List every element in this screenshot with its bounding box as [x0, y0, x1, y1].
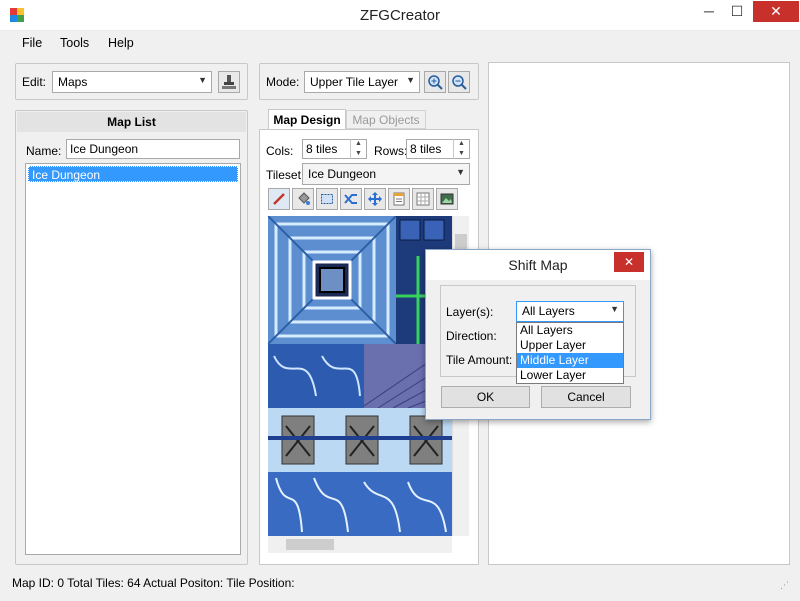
map-list-box[interactable]: Ice Dungeon [25, 163, 241, 555]
name-label: Name: [26, 144, 62, 158]
shuffle-button[interactable] [340, 188, 362, 210]
rows-value: 8 tiles [410, 142, 442, 156]
tab-map-objects[interactable]: Map Objects [346, 110, 426, 129]
layers-dropdown-list[interactable]: All Layers Upper Layer Middle Layer Lowe… [516, 322, 624, 384]
image-icon [440, 193, 454, 205]
dropdown-option[interactable]: All Layers [517, 323, 623, 338]
shift-map-dialog: Shift Map ✕ Layer(s): Direction: Tile Am… [425, 249, 651, 420]
fill-bucket-icon [298, 192, 310, 205]
fill-button[interactable] [292, 188, 314, 210]
move-button[interactable] [364, 188, 386, 210]
dropdown-option[interactable]: Lower Layer [517, 368, 623, 383]
tileset-select[interactable]: Ice Dungeon ▼ [302, 163, 470, 185]
document-icon [393, 192, 405, 206]
mode-select-value: Upper Tile Layer [310, 75, 399, 89]
dialog-title-bar: Shift Map ✕ [426, 250, 650, 280]
rows-label: Rows: [374, 144, 408, 158]
layers-select-value: All Layers [522, 304, 575, 318]
status-text: Map ID: 0 Total Tiles: 64 Actual Positon… [12, 576, 295, 590]
scroll-thumb[interactable] [286, 539, 334, 550]
rows-stepper[interactable]: ▲ ▼ [453, 139, 469, 159]
menu-tools[interactable]: Tools [60, 36, 89, 50]
chevron-down-icon: ▼ [456, 167, 465, 177]
window-title: ZFGCreator [359, 7, 440, 24]
shuffle-icon [344, 194, 357, 204]
mode-select[interactable]: Upper Tile Layer ▼ [304, 71, 420, 93]
tile-amount-label: Tile Amount: [446, 353, 513, 367]
select-rect-icon [321, 194, 333, 204]
pencil-icon [273, 193, 285, 205]
grid-button[interactable] [412, 188, 434, 210]
zoom-in-button[interactable] [424, 71, 446, 93]
zoom-out-button[interactable] [448, 71, 470, 93]
edit-select-value: Maps [58, 75, 88, 89]
layers-label: Layer(s): [446, 305, 494, 319]
tileset-select-value: Ice Dungeon [308, 167, 377, 181]
dropdown-option[interactable]: Upper Layer [517, 338, 623, 353]
dialog-close-button[interactable]: ✕ [614, 252, 644, 272]
resize-grip-icon[interactable]: ⋰ [780, 580, 789, 591]
tab-map-design[interactable]: Map Design [268, 109, 346, 130]
zoom-out-icon [452, 75, 467, 90]
zoom-in-icon [428, 75, 443, 90]
stamp-icon [222, 75, 236, 89]
stamp-button[interactable] [218, 71, 240, 93]
chevron-down-icon: ▼ [406, 75, 415, 85]
select-button[interactable] [316, 188, 338, 210]
minimize-button[interactable]: ─ [694, 1, 724, 22]
dropdown-option-selected[interactable]: Middle Layer [517, 353, 623, 368]
ok-button[interactable]: OK [441, 386, 530, 408]
list-item[interactable]: Ice Dungeon [28, 166, 238, 182]
grid-icon [416, 192, 430, 206]
close-button[interactable]: ✕ [753, 1, 799, 22]
menu-file[interactable]: File [22, 36, 42, 50]
cols-label: Cols: [266, 144, 294, 158]
cols-value: 8 tiles [306, 142, 338, 156]
cancel-button[interactable]: Cancel [541, 386, 631, 408]
chevron-down-icon: ▼ [198, 75, 207, 85]
map-list-title: Map List [17, 112, 246, 132]
name-input[interactable]: Ice Dungeon [66, 139, 240, 159]
direction-label: Direction: [446, 329, 497, 343]
horizontal-scrollbar[interactable] [268, 536, 452, 553]
edit-label: Edit: [22, 75, 47, 89]
title-bar: ZFGCreator ─ ☐ ✕ [0, 0, 800, 31]
image-button[interactable] [436, 188, 458, 210]
edit-select[interactable]: Maps ▼ [52, 71, 212, 93]
tileset-label: Tileset: [266, 168, 305, 182]
maximize-button[interactable]: ☐ [722, 1, 752, 22]
status-bar: Map ID: 0 Total Tiles: 64 Actual Positon… [0, 570, 800, 601]
move-arrows-icon [368, 192, 382, 206]
chevron-down-icon: ▼ [610, 304, 619, 314]
layers-select[interactable]: All Layers ▼ [516, 301, 624, 322]
menu-help[interactable]: Help [108, 36, 134, 50]
mode-label: Mode: [266, 75, 300, 89]
properties-button[interactable] [388, 188, 410, 210]
cols-stepper[interactable]: ▲ ▼ [350, 139, 366, 159]
pencil-button[interactable] [268, 188, 290, 210]
